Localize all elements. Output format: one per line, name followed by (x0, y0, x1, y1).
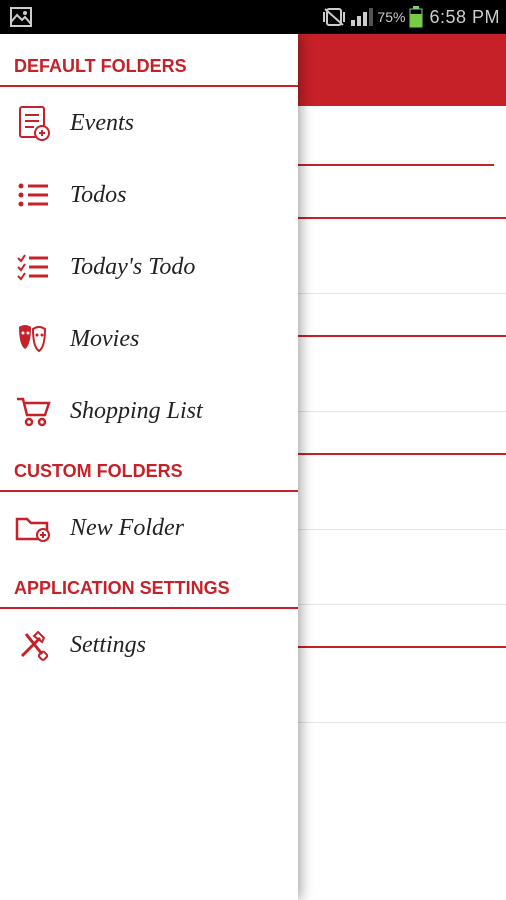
battery-percent: 75% (377, 9, 405, 25)
clock: 6:58 PM (429, 7, 500, 28)
sidebar-item-label: New Folder (70, 515, 184, 542)
sidebar-item-shopping[interactable]: Shopping List (0, 375, 298, 447)
sidebar-item-label: Today's Todo (70, 254, 195, 281)
sidebar-item-new-folder[interactable]: New Folder (0, 492, 298, 564)
sidebar-item-label: Events (70, 110, 134, 137)
sidebar-item-settings[interactable]: Settings (0, 609, 298, 681)
sidebar-item-label: Settings (70, 632, 146, 659)
movies-icon (14, 321, 52, 357)
gallery-icon (10, 7, 32, 27)
vibrate-icon (321, 6, 347, 28)
sidebar-section-custom: CUSTOM FOLDERS (0, 447, 298, 492)
status-bar: 75% 6:58 PM (0, 0, 506, 34)
sidebar-item-todos[interactable]: Todos (0, 159, 298, 231)
sidebar-section-default: DEFAULT FOLDERS (0, 42, 298, 87)
cart-icon (14, 393, 52, 429)
sidebar-item-events[interactable]: Events (0, 87, 298, 159)
folder-add-icon (14, 510, 52, 546)
events-icon (14, 105, 52, 141)
tools-icon (14, 627, 52, 663)
sidebar-item-label: Todos (70, 182, 126, 209)
sidebar-item-movies[interactable]: Movies (0, 303, 298, 375)
signal-icon (351, 8, 373, 26)
sidebar-section-settings: APPLICATION SETTINGS (0, 564, 298, 609)
sidebar: DEFAULT FOLDERS Events Todos Today's Tod… (0, 34, 298, 900)
checklist-icon (14, 249, 52, 285)
sidebar-item-todays-todo[interactable]: Today's Todo (0, 231, 298, 303)
sidebar-item-label: Movies (70, 326, 139, 353)
battery-icon (409, 6, 423, 28)
sidebar-item-label: Shopping List (70, 398, 203, 425)
list-icon (14, 177, 52, 213)
